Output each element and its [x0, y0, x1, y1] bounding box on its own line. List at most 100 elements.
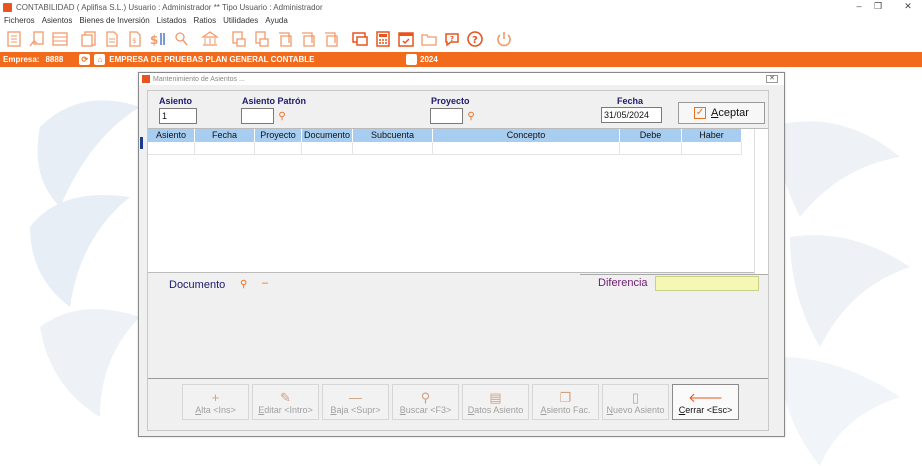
col-concepto[interactable]: Concepto [433, 129, 620, 142]
invoice-icon[interactable]: $ [125, 29, 145, 49]
documento-label: Documento [169, 279, 226, 291]
minimize-button[interactable]: – [852, 1, 866, 11]
proyecto-field[interactable] [430, 108, 463, 124]
company-number: 8888 [45, 55, 64, 64]
chart-accounts-icon[interactable] [27, 29, 47, 49]
app-logo-icon [3, 2, 12, 12]
window-titlebar: CONTABILIDAD ( Aplifisa S.L.) Usuario : … [0, 0, 922, 14]
restore-button[interactable]: ❐ [871, 1, 885, 12]
close-button[interactable]: ✕ [901, 1, 915, 12]
baja-label-rest: aja <Supr> [336, 404, 381, 415]
aceptar-label-first: A [711, 107, 719, 119]
year-calendar-icon[interactable] [406, 54, 417, 65]
journal-icon[interactable] [50, 29, 70, 49]
main-toolbar: $ $ ? ? [0, 26, 922, 52]
minus-icon: — [349, 389, 362, 405]
plus-icon: + [211, 389, 220, 405]
grid-cell[interactable] [620, 142, 682, 155]
cerrar-button[interactable]: 🡐 Cerrar <Esc> [672, 384, 739, 420]
edit-icon: ✎ [280, 389, 291, 405]
help-icon[interactable]: ? [465, 29, 485, 49]
fac-label-rest: siento Fac. [546, 404, 591, 415]
menu-ayuda[interactable]: Ayuda [265, 16, 288, 25]
grid-cell[interactable] [148, 142, 195, 155]
col-proyecto[interactable]: Proyecto [255, 129, 302, 142]
menu-bar: Ficheros Asientos Bienes de Inversión Li… [0, 14, 922, 26]
datos-asiento-button[interactable]: ▤ Datos Asiento [462, 384, 529, 420]
col-subcuenta[interactable]: Subcuenta [353, 129, 433, 142]
diferencia-label: Diferencia [598, 277, 648, 289]
nuevo-label-rest: uevo Asiento [612, 404, 665, 415]
alta-button[interactable]: + Alta <Ins> [182, 384, 249, 420]
alta-label-rest: lta <Ins> [201, 404, 236, 415]
dialog-close-button[interactable]: ✕ [766, 75, 778, 83]
svg-text:$: $ [150, 33, 158, 47]
patron-search-icon[interactable]: ⚲ [275, 109, 289, 123]
fiscal-year: 2024 [420, 55, 438, 64]
grid-divider [580, 274, 768, 275]
bank-icon[interactable] [200, 29, 220, 49]
balance-icon[interactable]: $ [148, 29, 168, 49]
asiento-patron-label: Asiento Patrón [242, 96, 307, 106]
calculator-icon[interactable] [373, 29, 393, 49]
search-people-icon[interactable] [171, 29, 191, 49]
fecha-field[interactable]: 31/05/2024 [601, 107, 662, 123]
company-bar: Empresa: 8888 ⟳ ⌂ EMPRESA DE PRUEBAS PLA… [0, 52, 922, 67]
asiento-fac-button[interactable]: ❐ Asiento Fac. [532, 384, 599, 420]
buscar-button[interactable]: ⚲ Buscar <F3> [392, 384, 459, 420]
table-row[interactable] [148, 142, 742, 155]
col-haber[interactable]: Haber [682, 129, 742, 142]
print2-icon[interactable] [252, 29, 272, 49]
power-icon[interactable] [494, 29, 514, 49]
grid-cell[interactable] [302, 142, 353, 155]
col-fecha[interactable]: Fecha [195, 129, 255, 142]
datos-label-rest: atos Asiento [474, 404, 524, 415]
grid-vertical-scrollbar[interactable] [754, 129, 768, 274]
dialog-app-icon [142, 75, 150, 83]
calendar-icon[interactable] [396, 29, 416, 49]
grid-cell[interactable] [353, 142, 433, 155]
menu-asientos[interactable]: Asientos [42, 16, 73, 25]
report-icon[interactable] [102, 29, 122, 49]
grid-cell[interactable] [433, 142, 620, 155]
chat-help-icon[interactable]: ? [442, 29, 462, 49]
menu-utilidades[interactable]: Utilidades [223, 16, 258, 25]
ledger-icon[interactable] [4, 29, 24, 49]
nuevo-asiento-button[interactable]: ▯ Nuevo Asiento [602, 384, 669, 420]
svg-text:?: ? [472, 35, 478, 46]
documento-search-icon[interactable]: ⚲ [240, 279, 247, 290]
baja-button[interactable]: — Baja <Supr> [322, 384, 389, 420]
menu-listados[interactable]: Listados [157, 16, 187, 25]
asientos-grid[interactable]: Asiento Fecha Proyecto Documento Subcuen… [148, 128, 768, 275]
editar-button[interactable]: ✎ Editar <Intro> [252, 384, 319, 420]
action-button-bar: + Alta <Ins> ✎ Editar <Intro> — Baja <Supr>… [182, 384, 742, 420]
company-label: Empresa: [3, 55, 40, 64]
svg-text:$: $ [132, 37, 136, 45]
svg-text:?: ? [450, 35, 454, 43]
grid-cell[interactable] [195, 142, 255, 155]
print5-icon[interactable] [321, 29, 341, 49]
print4-icon[interactable] [298, 29, 318, 49]
print3-icon[interactable] [275, 29, 295, 49]
col-documento[interactable]: Documento [302, 129, 353, 142]
documents-icon[interactable] [79, 29, 99, 49]
company-home-icon[interactable]: ⌂ [94, 54, 106, 65]
documento-clear-icon[interactable]: – [262, 277, 268, 289]
menu-ficheros[interactable]: Ficheros [4, 16, 35, 25]
asiento-field[interactable]: 1 [159, 108, 197, 124]
proyecto-search-icon[interactable]: ⚲ [464, 109, 478, 123]
remote-icon[interactable] [350, 29, 370, 49]
col-debe[interactable]: Debe [620, 129, 682, 142]
grid-header: Asiento Fecha Proyecto Documento Subcuen… [148, 129, 742, 142]
folder-icon[interactable] [419, 29, 439, 49]
menu-bienes-inversion[interactable]: Bienes de Inversión [79, 16, 149, 25]
menu-ratios[interactable]: Ratios [193, 16, 216, 25]
asiento-patron-field[interactable] [241, 108, 274, 124]
aceptar-button[interactable]: ✓ Aceptar [678, 102, 765, 124]
grid-cell[interactable] [682, 142, 742, 155]
col-asiento[interactable]: Asiento [148, 129, 195, 142]
company-refresh-icon[interactable]: ⟳ [79, 54, 91, 65]
print1-icon[interactable] [229, 29, 249, 49]
row-indicator [140, 137, 143, 149]
grid-cell[interactable] [255, 142, 302, 155]
